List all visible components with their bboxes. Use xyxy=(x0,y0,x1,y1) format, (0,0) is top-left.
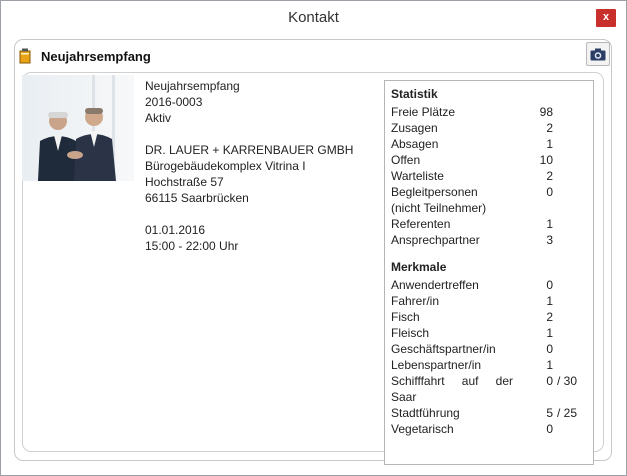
stat-row: Offen 10 xyxy=(391,152,587,168)
stat-row: Warteliste 2 xyxy=(391,168,587,184)
camera-button[interactable] xyxy=(586,42,610,66)
event-time: 15:00 - 22:00 Uhr xyxy=(145,239,239,253)
event-date: 01.01.2016 xyxy=(145,223,206,237)
stat-value: 1 xyxy=(546,137,553,151)
feature-value: 0 xyxy=(546,422,553,436)
stat-row: Zusagen 2 xyxy=(391,120,587,136)
feature-value: 1 xyxy=(546,294,553,308)
stat-value: 1 xyxy=(546,217,553,231)
stat-label: (nicht Teilnehmer) xyxy=(391,201,487,215)
feature-value: 1 xyxy=(546,358,553,372)
feature-row: Lebenspartner/in 1 xyxy=(391,357,587,373)
stat-row: Referenten 1 xyxy=(391,216,587,232)
stat-row: Absagen 1 xyxy=(391,136,587,152)
statistik-heading: Statistik xyxy=(391,87,438,101)
feature-row: Vegetarisch 0 xyxy=(391,421,587,437)
feature-label: Saar xyxy=(391,390,417,404)
feature-total: / 25 xyxy=(556,406,577,420)
venue-street: Hochstraße 57 xyxy=(145,175,224,189)
event-status: Aktiv xyxy=(145,111,172,125)
contact-window: Kontakt x Neujahrsempfang Neujahrsempfan… xyxy=(0,0,627,476)
venue-city: 66115 Saarbrücken xyxy=(145,191,249,205)
feature-row: Geschäftspartner/in 0 xyxy=(391,341,587,357)
title-bar[interactable]: Kontakt x xyxy=(1,1,626,35)
feature-row: Fisch 2 xyxy=(391,309,587,325)
trophy-icon xyxy=(19,48,31,64)
event-title: Neujahrsempfang xyxy=(41,48,151,64)
event-card: Neujahrsempfang Neujahrsempfang 2016-000… xyxy=(14,39,612,465)
stat-value: 0 xyxy=(546,185,553,199)
camera-icon xyxy=(590,48,606,60)
event-name: Neujahrsempfang xyxy=(145,79,240,93)
feature-value: 0 xyxy=(546,278,553,292)
stat-row: Ansprechpartner 3 xyxy=(391,232,587,248)
feature-value: 0 xyxy=(546,342,553,356)
feature-row: Anwendertreffen 0 xyxy=(391,277,587,293)
feature-row: Saar xyxy=(391,389,587,405)
feature-value: 2 xyxy=(546,310,553,324)
event-number: 2016-0003 xyxy=(145,95,203,109)
venue-building: Bürogebäudekomplex Vitrina I xyxy=(145,159,306,173)
stat-row: Begleitpersonen 0 xyxy=(391,184,587,200)
feature-row: Stadtführung 5/ 25 xyxy=(391,405,587,421)
close-button[interactable]: x xyxy=(596,9,616,27)
event-photo xyxy=(22,75,134,181)
stat-value: 10 xyxy=(539,153,553,167)
feature-row: Fahrer/in 1 xyxy=(391,293,587,309)
stat-value: 98 xyxy=(539,105,553,119)
feature-row: Fleisch 1 xyxy=(391,325,587,341)
stat-row: (nicht Teilnehmer) xyxy=(391,200,587,216)
feature-value: 1 xyxy=(546,326,553,340)
stat-value: 2 xyxy=(546,169,553,183)
event-header: Neujahrsempfang xyxy=(19,46,151,66)
window-title: Kontakt xyxy=(288,9,339,26)
stat-row: Freie Plätze 98 xyxy=(391,104,587,120)
feature-total: / 30 xyxy=(556,374,577,388)
merkmale-heading: Merkmale xyxy=(391,260,447,274)
venue-company: DR. LAUER + KARRENBAUER GMBH xyxy=(145,143,354,157)
stat-value: 3 xyxy=(546,233,553,247)
statistics-popup: Statistik Freie Plätze 98 Zusagen 2 Absage… xyxy=(384,80,594,465)
event-details: Neujahrsempfang 2016-0003 Aktiv DR. LAUE… xyxy=(145,78,353,254)
feature-row: Schifffahrt auf der 0/ 30 xyxy=(391,373,587,389)
stat-value: 2 xyxy=(546,121,553,135)
